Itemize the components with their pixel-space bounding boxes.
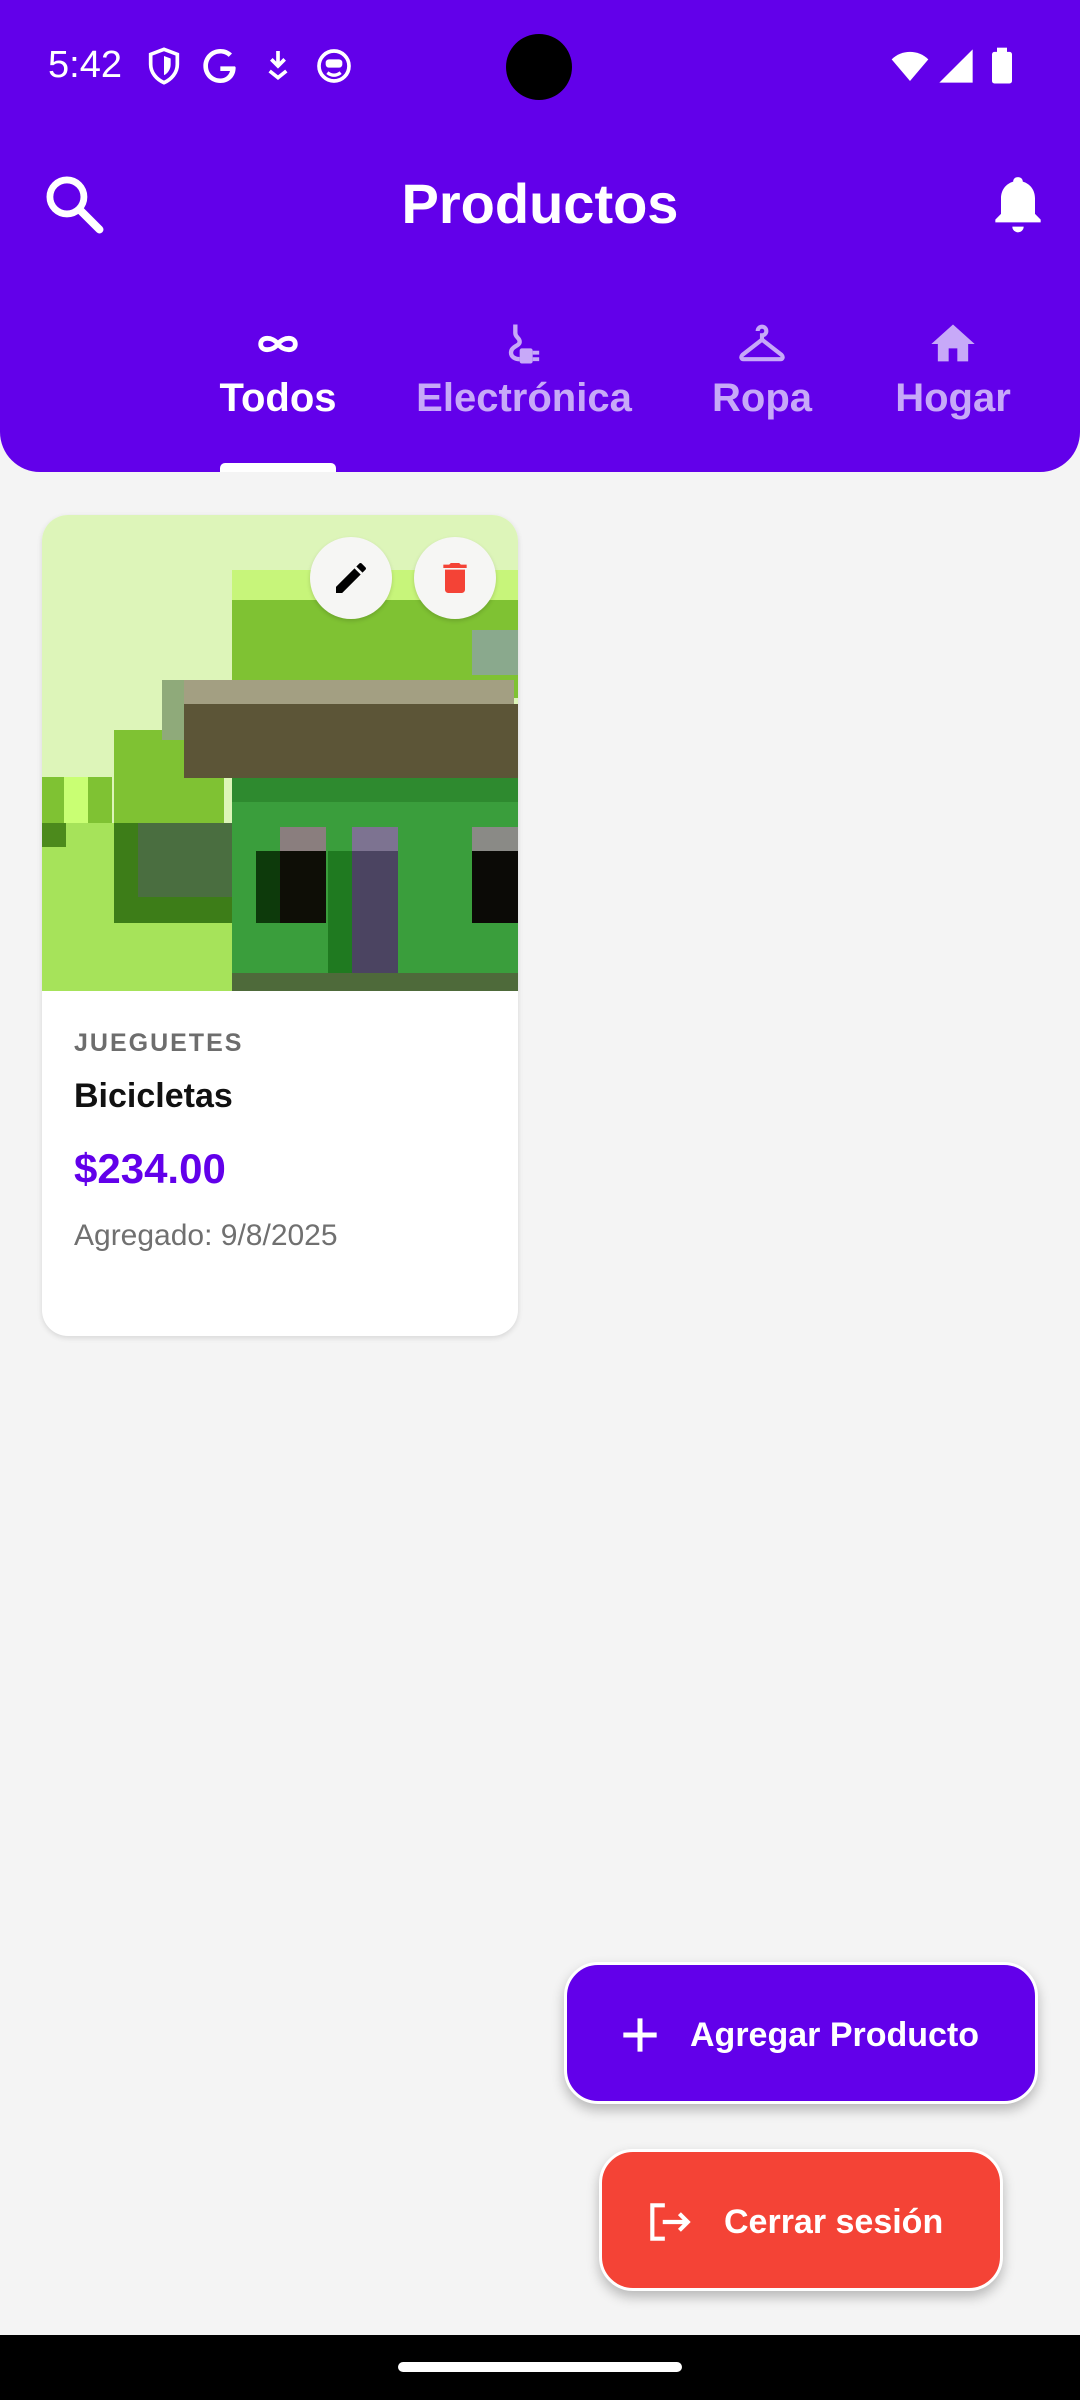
google-icon	[203, 49, 236, 83]
bell-icon[interactable]	[984, 170, 1052, 238]
header: 5:42 Productos Todos Electrónica Ropa Ho…	[0, 0, 1080, 472]
product-added-date: Agregado: 9/8/2025	[74, 1219, 338, 1252]
tab-indicator	[220, 463, 336, 472]
tab-label: Ropa	[712, 376, 812, 420]
tab-todos[interactable]: Todos	[216, 318, 340, 421]
tab-ropa[interactable]: Ropa	[706, 318, 818, 421]
system-navigation-bar	[0, 2335, 1080, 2400]
edit-icon	[336, 563, 366, 593]
status-bar: 5:42	[0, 0, 1080, 132]
download-arrow-icon	[268, 51, 288, 81]
page-title: Productos	[401, 172, 679, 235]
wifi-icon	[891, 51, 929, 81]
infinity-icon	[258, 335, 298, 353]
hanger-icon	[739, 324, 785, 362]
shield-icon	[148, 47, 180, 85]
emoji-face-icon	[317, 49, 351, 83]
power-plug-icon	[508, 324, 540, 364]
camera-cutout	[506, 34, 572, 100]
product-name: Bicicletas	[74, 1077, 233, 1115]
add-product-label: Agregar Producto	[690, 2016, 980, 2054]
tab-label: Hogar	[895, 376, 1011, 420]
cellular-signal-icon	[939, 49, 973, 83]
plus-icon	[623, 2018, 657, 2052]
add-product-button[interactable]: Agregar Producto	[564, 1962, 1038, 2104]
tab-electronica[interactable]: Electrónica	[414, 318, 634, 421]
status-time: 5:42	[48, 44, 122, 86]
tab-label: Electrónica	[416, 376, 632, 420]
home-icon	[931, 324, 975, 362]
logout-label: Cerrar sesión	[724, 2203, 944, 2241]
battery-icon	[992, 47, 1012, 84]
delete-button[interactable]	[414, 537, 496, 619]
edit-button[interactable]	[310, 537, 392, 619]
delete-icon	[443, 563, 467, 593]
product-price: $234.00	[74, 1145, 226, 1192]
logout-button[interactable]: Cerrar sesión	[599, 2149, 1003, 2291]
product-card[interactable]: JUEGUETES Bicicletas $234.00 Agregado: 9…	[42, 515, 518, 1336]
home-gesture-handle[interactable]	[398, 2362, 682, 2372]
product-category: JUEGUETES	[74, 1029, 244, 1057]
tab-label: Todos	[219, 376, 337, 420]
tab-hogar[interactable]: Hogar	[890, 318, 1016, 421]
logout-icon	[650, 2203, 691, 2241]
